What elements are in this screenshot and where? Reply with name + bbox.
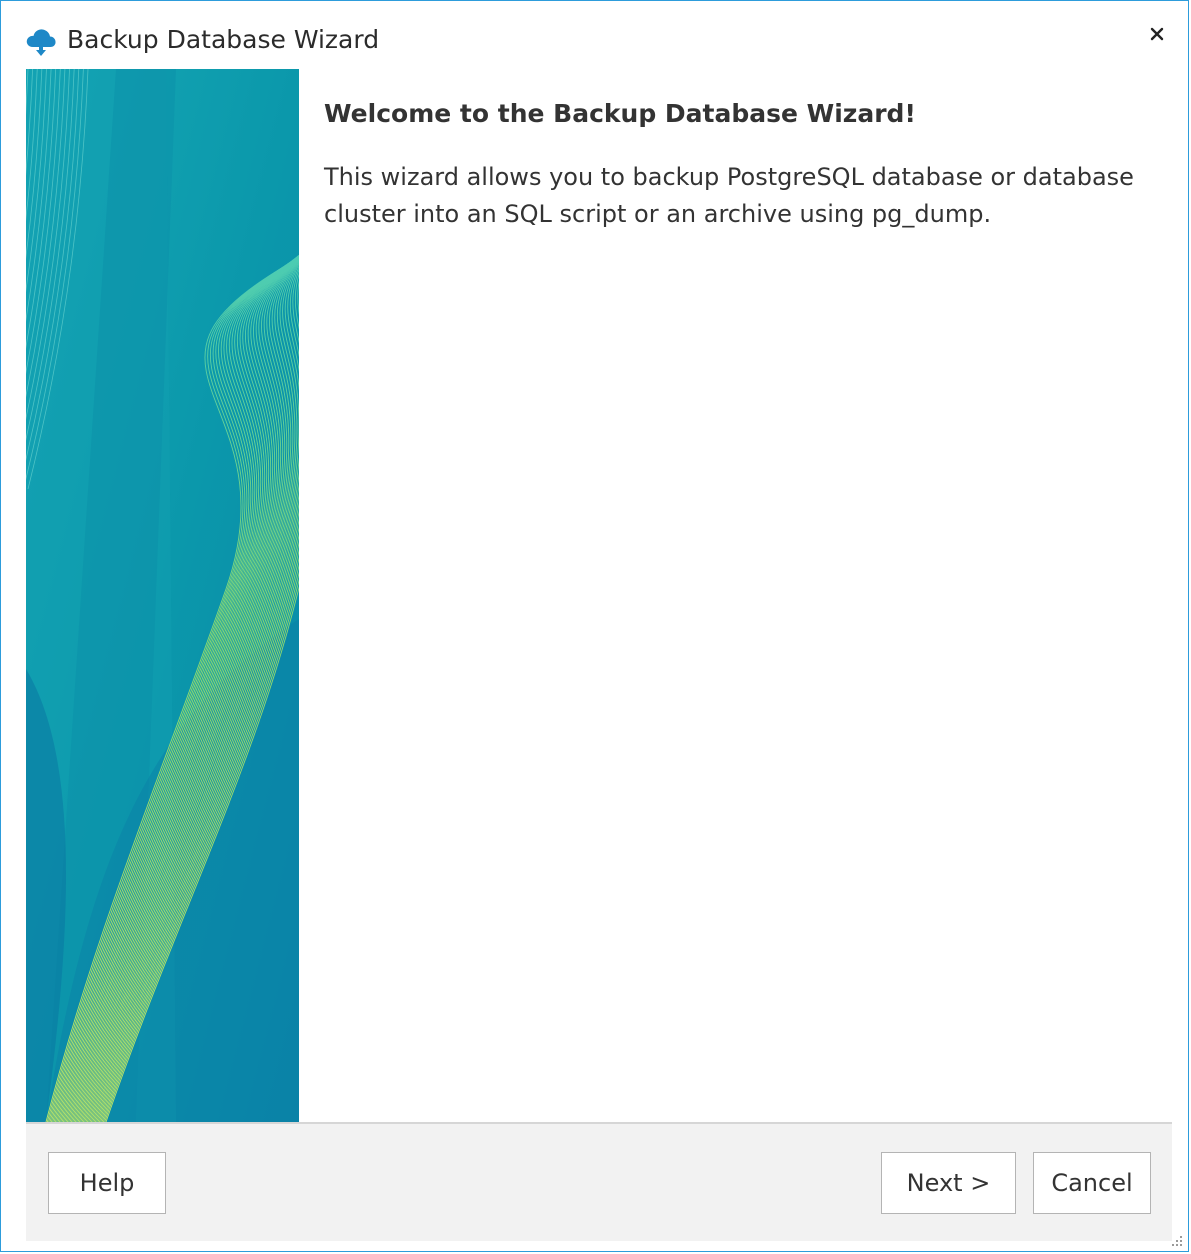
- wizard-window: Backup Database Wizard Welcome to the Ba…: [0, 0, 1189, 1252]
- title-bar[interactable]: Backup Database Wizard: [1, 1, 1188, 69]
- close-button[interactable]: [1140, 19, 1174, 53]
- wizard-footer: Help Next > Cancel: [26, 1124, 1172, 1241]
- welcome-description: This wizard allows you to backup Postgre…: [324, 163, 1134, 228]
- cancel-button[interactable]: Cancel: [1033, 1152, 1151, 1214]
- close-icon: [1149, 26, 1165, 46]
- resize-grip-icon[interactable]: [1170, 1233, 1184, 1247]
- help-button[interactable]: Help: [48, 1152, 166, 1214]
- next-button[interactable]: Next >: [881, 1152, 1016, 1214]
- cloud-download-icon: [25, 27, 57, 57]
- window-title: Backup Database Wizard: [67, 25, 380, 54]
- wizard-content: Welcome to the Backup Database Wizard! T…: [299, 69, 1171, 1122]
- welcome-heading: Welcome to the Backup Database Wizard!: [324, 99, 916, 128]
- wizard-banner-image: [26, 69, 299, 1122]
